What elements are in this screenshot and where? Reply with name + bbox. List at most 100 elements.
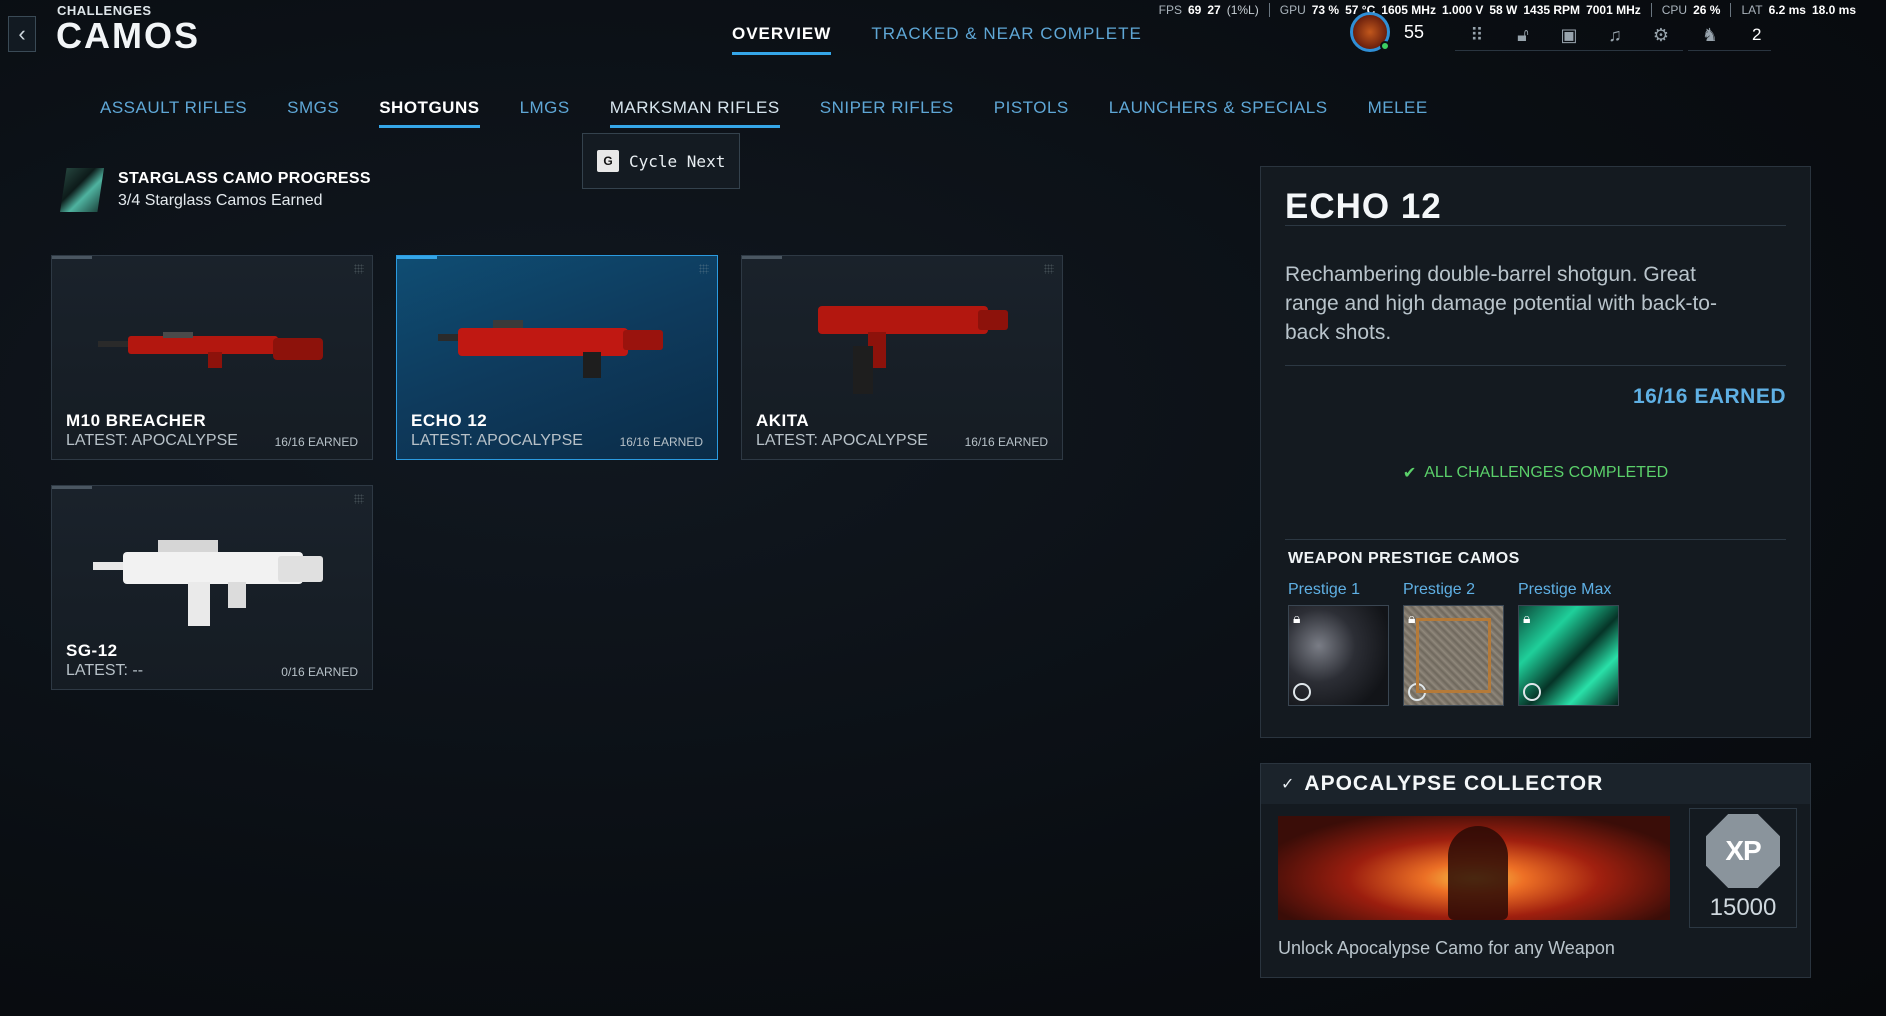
all-challenges-complete: ✔ ALL CHALLENGES COMPLETED [1261,463,1810,483]
card-accent [742,256,782,259]
lock-icon: 🔒︎ [1523,610,1531,626]
weapon-image [818,306,1008,394]
cycle-next-label: Cycle Next [629,151,726,171]
grip-icon [354,494,364,504]
prestige-camo-2[interactable]: Prestige 2 🔒︎ [1403,581,1504,706]
prestige-thumbnail: 🔒︎ [1518,605,1619,706]
xp-value: 15000 [1709,894,1777,921]
camera-icon[interactable]: ▣ [1557,24,1581,46]
weapon-card-sg-12[interactable]: SG-12 LATEST: -- 0/16 EARNED [51,485,373,690]
weapon-name: ECHO 12 [411,411,488,430]
xp-reward: XP 15000 [1689,808,1797,928]
prestige-camo-max[interactable]: Prestige Max 🔒︎ [1518,581,1619,706]
page-title: CAMOS [56,15,200,56]
tab-overview[interactable]: OVERVIEW [732,24,832,55]
weapon-card-m10-breacher[interactable]: M10 BREACHER LATEST: APOCALYPSE 16/16 EA… [51,255,373,460]
detail-description: Rechambering double-barrel shotgun. Grea… [1285,263,1717,344]
collector-description: Unlock Apocalypse Camo for any Weapon [1278,938,1615,958]
apocalypse-collector-panel[interactable]: ✓ APOCALYPSE COLLECTOR XP 15000 Unlock A… [1260,763,1811,978]
starglass-progress: STARGLASS CAMO PROGRESS 3/4 Starglass Ca… [60,168,371,212]
demon-figure-art [1448,826,1508,920]
prestige-thumbnail: 🔒︎ [1403,605,1504,706]
party-count: 2 [1752,25,1762,44]
checkmark-icon: ✔ [1402,465,1417,482]
tab-sniper-rifles[interactable]: SNIPER RIFLES [820,98,954,128]
tab-lmgs[interactable]: LMGS [520,98,570,128]
unlock-icon[interactable]: 🔓︎ [1511,24,1535,46]
cpu-label: CPU [1661,3,1688,17]
lock-icon: 🔒︎ [1293,610,1301,626]
weapon-name: M10 BREACHER [66,411,207,430]
back-button[interactable]: ‹ [8,16,36,52]
avatar[interactable] [1350,12,1390,52]
grip-icon [699,264,709,274]
collector-header: ✓ APOCALYPSE COLLECTOR [1261,764,1810,804]
check-icon: ✓ [1281,776,1295,793]
weapon-earned: 16/16 EARNED [274,435,358,449]
tab-launchers-specials[interactable]: LAUNCHERS & SPECIALS [1109,98,1328,128]
weapon-latest-camo: LATEST: -- [66,662,144,679]
category-tabs: ASSAULT RIFLES SMGS SHOTGUNS LMGS MARKSM… [100,98,1428,128]
divider [1285,365,1786,366]
prestige-label: Prestige 1 [1288,581,1361,598]
weapon-detail-panel: ECHO 12 Rechambering double-barrel shotg… [1260,166,1811,738]
weapon-image [438,320,663,378]
player-card[interactable]: 55 [1350,12,1424,52]
weapon-card-akita[interactable]: AKITA LATEST: APOCALYPSE 16/16 EARNED [741,255,1063,460]
weapon-latest-camo: LATEST: APOCALYPSE [756,432,928,449]
tab-smgs[interactable]: SMGS [287,98,339,128]
weapon-earned: 16/16 EARNED [964,435,1048,449]
lat-1: 6.2 ms [1768,3,1806,17]
starglass-count: 3/4 Starglass Camos Earned [118,192,323,209]
fps-low-label: (1%L) [1226,3,1259,17]
lat-label: LAT [1741,3,1763,17]
detail-earned: 16/16 EARNED [1632,385,1786,408]
bell-icon[interactable]: ♫ [1603,24,1627,46]
weapon-image [93,540,323,626]
card-accent [397,256,437,259]
tab-melee[interactable]: MELEE [1368,98,1428,128]
tab-assault-rifles[interactable]: ASSAULT RIFLES [100,98,247,128]
friends-icon: ♞ [1701,25,1719,45]
weapon-earned: 16/16 EARNED [619,435,703,449]
prestige-emblem-icon [1293,683,1311,701]
top-tabs: OVERVIEW TRACKED & NEAR COMPLETE [732,24,1142,55]
xp-badge-icon: XP [1706,814,1780,888]
online-status-icon [1380,41,1390,51]
prestige-label: Prestige 2 [1403,581,1476,598]
chevron-left-icon: ‹ [18,21,26,46]
card-accent [52,256,92,259]
fps-label: FPS [1158,3,1182,17]
cycle-next-tooltip[interactable]: G Cycle Next [582,133,740,189]
tab-shotguns[interactable]: SHOTGUNS [379,98,480,128]
fps-value: 69 [1188,3,1202,17]
weapon-card-echo-12[interactable]: ECHO 12 LATEST: APOCALYPSE 16/16 EARNED [396,255,718,460]
divider [1285,225,1786,226]
grid-icon[interactable]: ⠿ [1465,24,1489,46]
weapon-latest-camo: LATEST: APOCALYPSE [411,432,583,449]
prestige-camo-1[interactable]: Prestige 1 🔒︎ [1288,581,1389,706]
performance-overlay: FPS 69 27 (1%L) GPU 73 % 57 °C 1605 MHz … [1159,3,1866,17]
tab-marksman-rifles[interactable]: MARKSMAN RIFLES [609,98,780,128]
prestige-section-title: WEAPON PRESTIGE CAMOS [1288,550,1520,567]
gear-icon[interactable]: ⚙ [1649,24,1673,46]
collector-title: APOCALYPSE COLLECTOR [1304,772,1604,795]
party-indicator[interactable]: ♞ 2 [1688,20,1772,51]
top-icon-bar: ⠿ 🔓︎ ▣ ♫ ⚙ [1455,20,1683,51]
fps-low-value: 27 [1207,3,1221,17]
prestige-thumbnail: 🔒︎ [1288,605,1389,706]
tab-tracked[interactable]: TRACKED & NEAR COMPLETE [871,24,1142,55]
tab-pistols[interactable]: PISTOLS [994,98,1069,128]
weapon-earned: 0/16 EARNED [281,665,358,679]
gpu-volt: 1.000 V [1441,3,1484,17]
prestige-emblem-icon [1523,683,1541,701]
weapon-name: SG-12 [66,641,118,660]
complete-label: ALL CHALLENGES COMPLETED [1424,464,1669,481]
grip-icon [1044,264,1054,274]
collector-artwork [1278,816,1670,920]
lat-2: 18.0 ms [1811,3,1856,17]
player-level: 55 [1404,21,1425,42]
starglass-title: STARGLASS CAMO PROGRESS [118,170,371,187]
prestige-label: Prestige Max [1518,581,1612,598]
card-accent [52,486,92,489]
